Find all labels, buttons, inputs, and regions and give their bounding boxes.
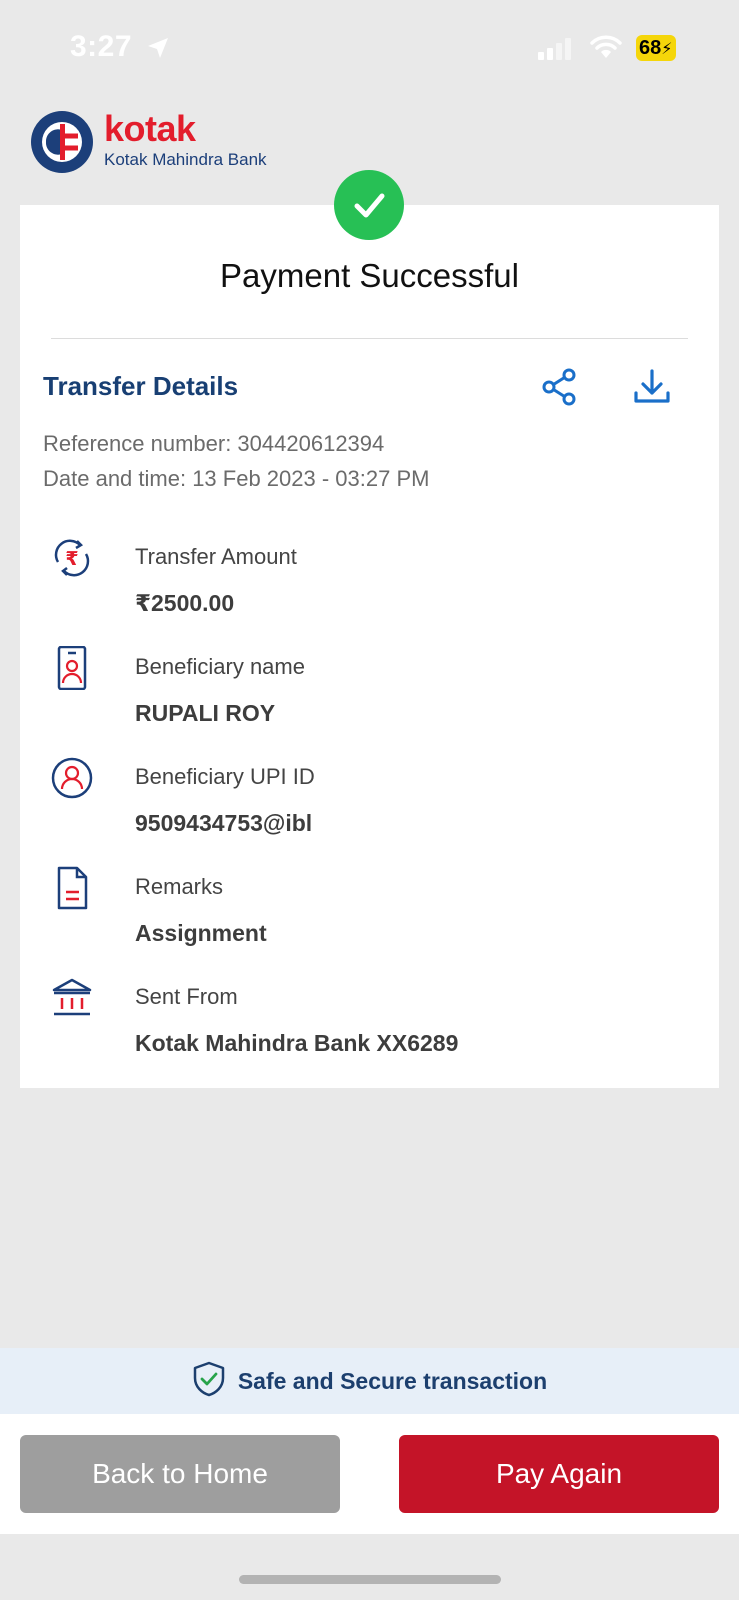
detail-value: Kotak Mahindra Bank XX6289 bbox=[135, 1030, 459, 1056]
rupee-transfer-icon: ₹ bbox=[50, 536, 94, 580]
kotak-logo-mark-icon bbox=[31, 111, 93, 173]
svg-text:₹: ₹ bbox=[65, 548, 78, 570]
secure-transaction-banner: Safe and Secure transaction bbox=[0, 1348, 739, 1414]
detail-row-remarks: Remarks Assignment bbox=[50, 866, 690, 966]
kotak-logo: kotak Kotak Mahindra Bank bbox=[28, 108, 288, 174]
status-time: 3:27 bbox=[70, 30, 133, 63]
detail-value: Assignment bbox=[135, 920, 267, 946]
reference-number: Reference number: 304420612394 bbox=[43, 431, 385, 456]
status-bar: 3:27 68⚡ bbox=[0, 0, 739, 96]
detail-label: Remarks bbox=[135, 874, 224, 899]
download-icon[interactable] bbox=[632, 367, 672, 412]
home-indicator bbox=[239, 1575, 501, 1584]
pay-again-button[interactable]: Pay Again bbox=[399, 1435, 719, 1513]
date-time: Date and time: 13 Feb 2023 - 03:27 PM bbox=[43, 466, 430, 491]
detail-label: Beneficiary UPI ID bbox=[135, 764, 315, 789]
wifi-icon bbox=[590, 34, 622, 65]
detail-label: Transfer Amount bbox=[135, 544, 297, 569]
share-icon[interactable] bbox=[540, 367, 580, 412]
back-to-home-button[interactable]: Back to Home bbox=[20, 1435, 340, 1513]
secure-text: Safe and Secure transaction bbox=[237, 1367, 548, 1394]
id-card-icon bbox=[50, 645, 94, 691]
detail-row-beneficiary-upi: Beneficiary UPI ID 9509434753@ibl bbox=[50, 756, 690, 856]
brand-name: kotak bbox=[104, 108, 196, 149]
section-title: Transfer Details bbox=[43, 371, 239, 401]
document-icon bbox=[50, 866, 94, 910]
user-circle-icon bbox=[50, 756, 94, 800]
divider bbox=[51, 338, 688, 339]
shield-check-icon bbox=[192, 1361, 226, 1402]
battery-level: 68 bbox=[639, 37, 662, 59]
page-title: Payment Successful bbox=[220, 257, 519, 294]
detail-row-beneficiary-name: Beneficiary name RUPALI ROY bbox=[50, 645, 690, 746]
bank-icon bbox=[50, 976, 94, 1020]
detail-label: Beneficiary name bbox=[135, 654, 305, 679]
location-arrow-icon bbox=[146, 36, 170, 65]
detail-row-sent-from: Sent From Kotak Mahindra Bank XX6289 bbox=[50, 976, 690, 1076]
brand-full-name: Kotak Mahindra Bank bbox=[104, 150, 267, 169]
success-check-icon bbox=[334, 170, 404, 240]
detail-value: 9509434753@ibl bbox=[135, 810, 313, 836]
battery-indicator: 68⚡ bbox=[636, 35, 676, 61]
detail-value: RUPALI ROY bbox=[135, 700, 276, 726]
detail-label: Sent From bbox=[135, 984, 238, 1009]
cellular-signal-icon bbox=[538, 38, 572, 65]
detail-row-transfer-amount: ₹ Transfer Amount ₹2500.00 bbox=[50, 536, 690, 636]
receipt-card: Payment Successful Transfer Details Refe… bbox=[20, 205, 719, 1088]
detail-value: ₹2500.00 bbox=[135, 590, 235, 616]
charging-bolt-icon: ⚡ bbox=[661, 41, 673, 58]
bottom-actions: Back to Home Pay Again bbox=[0, 1414, 739, 1534]
